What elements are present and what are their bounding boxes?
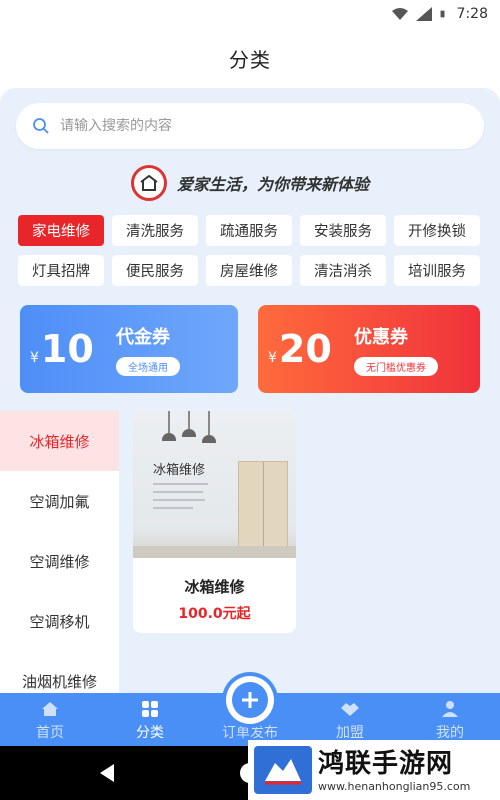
watermark: 鸿联手游网 www.henanhonglian95.com	[248, 740, 500, 800]
coupon-badge: 全场通用	[116, 356, 180, 376]
brand-logo-icon	[130, 165, 167, 201]
product-image: 冰箱维修	[133, 411, 296, 558]
coupon-badge: 无门槛优惠券	[354, 356, 438, 376]
tag-unclogging[interactable]: 疏通服务	[206, 215, 292, 246]
tab-label: 分类	[136, 725, 164, 741]
tag-locksmith[interactable]: 开修换锁	[394, 215, 480, 246]
watermark-logo-icon	[254, 746, 312, 794]
search-icon	[33, 118, 49, 134]
side-item-range-hood-repair[interactable]: 油烟机维修	[0, 651, 119, 693]
product-image-title: 冰箱维修	[153, 463, 206, 478]
search-bar[interactable]	[16, 103, 484, 149]
side-item-ac-repair[interactable]: 空调维修	[0, 531, 119, 591]
voucher-coupon[interactable]: ¥ 10 代金券 全场通用	[20, 305, 238, 393]
tag-disinfection[interactable]: 清洁消杀	[300, 255, 386, 286]
home-icon	[40, 699, 60, 719]
side-item-fridge-repair[interactable]: 冰箱维修	[0, 411, 119, 471]
discount-coupon[interactable]: ¥ 20 优惠券 无门槛优惠券	[258, 305, 480, 393]
tab-join[interactable]: 加盟	[300, 693, 400, 746]
product-name: 冰箱维修	[184, 578, 245, 596]
search-input[interactable]	[60, 118, 440, 134]
grid-icon	[140, 699, 160, 719]
tag-lighting-signs[interactable]: 灯具招牌	[18, 255, 104, 286]
product-card[interactable]: 冰箱维修 冰箱维修 100.0元起	[133, 411, 296, 633]
user-icon	[440, 699, 460, 719]
coupon-amount: 20	[278, 327, 332, 371]
category-tags: 家电维修 清洗服务 疏通服务 安装服务 开修换锁 灯具招牌 便民服务 房屋维修 …	[18, 215, 484, 286]
tag-convenience[interactable]: 便民服务	[112, 255, 198, 286]
tab-category[interactable]: 分类	[100, 693, 200, 746]
slogan-text: 爱家生活，为你带来新体验	[176, 175, 369, 194]
coupon-currency: ¥	[268, 350, 277, 366]
tab-label: 订单发布	[222, 725, 278, 741]
tab-mine[interactable]: 我的	[400, 693, 500, 746]
tag-installation[interactable]: 安装服务	[300, 215, 386, 246]
signal-icon	[415, 7, 432, 21]
side-item-ac-relocate[interactable]: 空调移机	[0, 591, 119, 651]
tag-appliance-repair[interactable]: 家电维修	[18, 215, 104, 246]
page-header: 分类	[0, 28, 500, 88]
watermark-title: 鸿联手游网	[318, 748, 454, 779]
page-title: 分类	[229, 47, 271, 72]
tag-cleaning[interactable]: 清洗服务	[112, 215, 198, 246]
slogan-banner: 爱家生活，为你带来新体验	[0, 164, 500, 202]
status-bar: 7:28	[0, 0, 500, 28]
side-category-menu: 冰箱维修 空调加氟 空调维修 空调移机 油烟机维修	[0, 411, 119, 693]
tab-label: 加盟	[336, 725, 364, 741]
wifi-icon	[391, 8, 408, 20]
side-item-ac-refill[interactable]: 空调加氟	[0, 471, 119, 531]
coupon-name: 代金券	[116, 326, 170, 348]
tab-label: 我的	[436, 725, 464, 741]
tag-training[interactable]: 培训服务	[394, 255, 480, 286]
coupon-currency: ¥	[30, 350, 39, 366]
coupon-amount: 10	[40, 327, 94, 371]
tab-home[interactable]: 首页	[0, 693, 100, 746]
coupon-name: 优惠券	[354, 326, 408, 348]
product-price: 100.0元起	[178, 606, 251, 622]
plus-icon	[232, 682, 268, 718]
status-time: 7:28	[456, 6, 488, 22]
watermark-url: www.henanhonglian95.com	[318, 779, 471, 793]
back-icon[interactable]	[100, 764, 114, 782]
handshake-icon	[340, 699, 360, 719]
battery-icon	[440, 10, 445, 18]
tab-label: 首页	[36, 725, 64, 741]
tag-house-repair[interactable]: 房屋维修	[206, 255, 292, 286]
fridge-illustration	[238, 461, 288, 556]
post-order-fab[interactable]	[226, 676, 274, 724]
